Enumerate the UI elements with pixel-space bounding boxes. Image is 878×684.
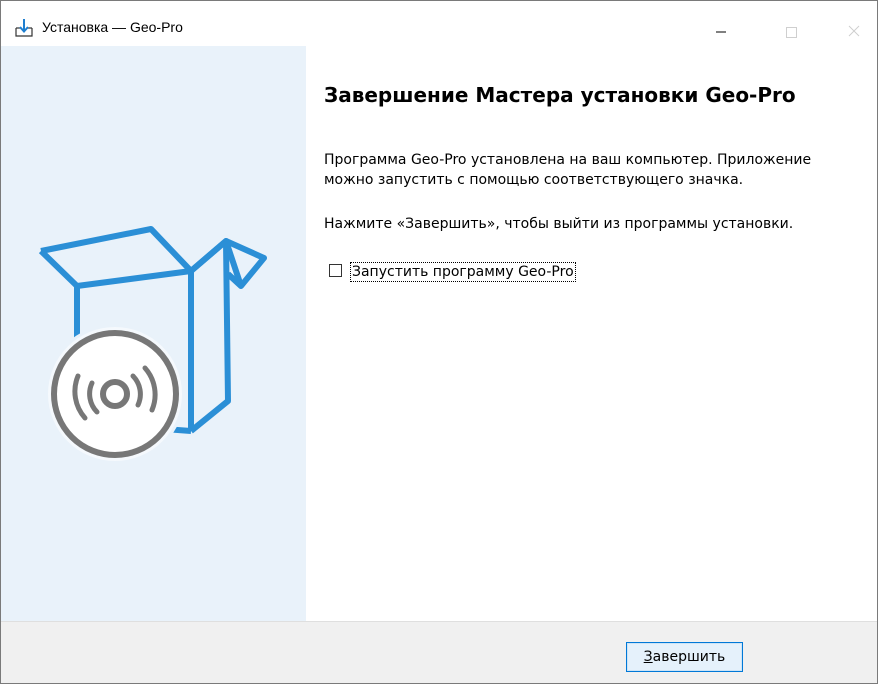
maximize-button[interactable] [768,1,814,46]
wizard-sidebar [1,46,306,621]
software-box-with-disc-icon [38,226,267,464]
wizard-footer: Завершить [1,621,877,683]
finish-button[interactable]: Завершить [626,642,743,672]
title-bar[interactable]: Установка — Geo-Pro [1,1,877,46]
completion-message: Программа Geo-Pro установлена на ваш ком… [324,152,812,188]
launch-program-checkbox[interactable] [329,264,342,277]
window-title: Установка — Geo-Pro [42,19,183,35]
wizard-content: Завершение Мастера установки Geo-Pro Про… [306,46,877,621]
maximize-icon [786,27,797,38]
minimize-icon [716,31,726,33]
close-button[interactable] [831,1,877,46]
close-icon [848,25,860,37]
finish-button-label: авершить [652,648,726,665]
page-title: Завершение Мастера установки Geo-Pro [324,83,796,107]
minimize-button[interactable] [698,1,744,46]
exit-instruction: Нажмите «Завершить», чтобы выйти из прог… [324,216,794,232]
launch-program-label[interactable]: Запустить программу Geo-Pro [350,262,576,282]
installer-app-icon [15,18,37,38]
installer-window: Установка — Geo-Pro Завершение Мастера у… [0,0,878,684]
finish-button-access-key: З [643,648,653,665]
